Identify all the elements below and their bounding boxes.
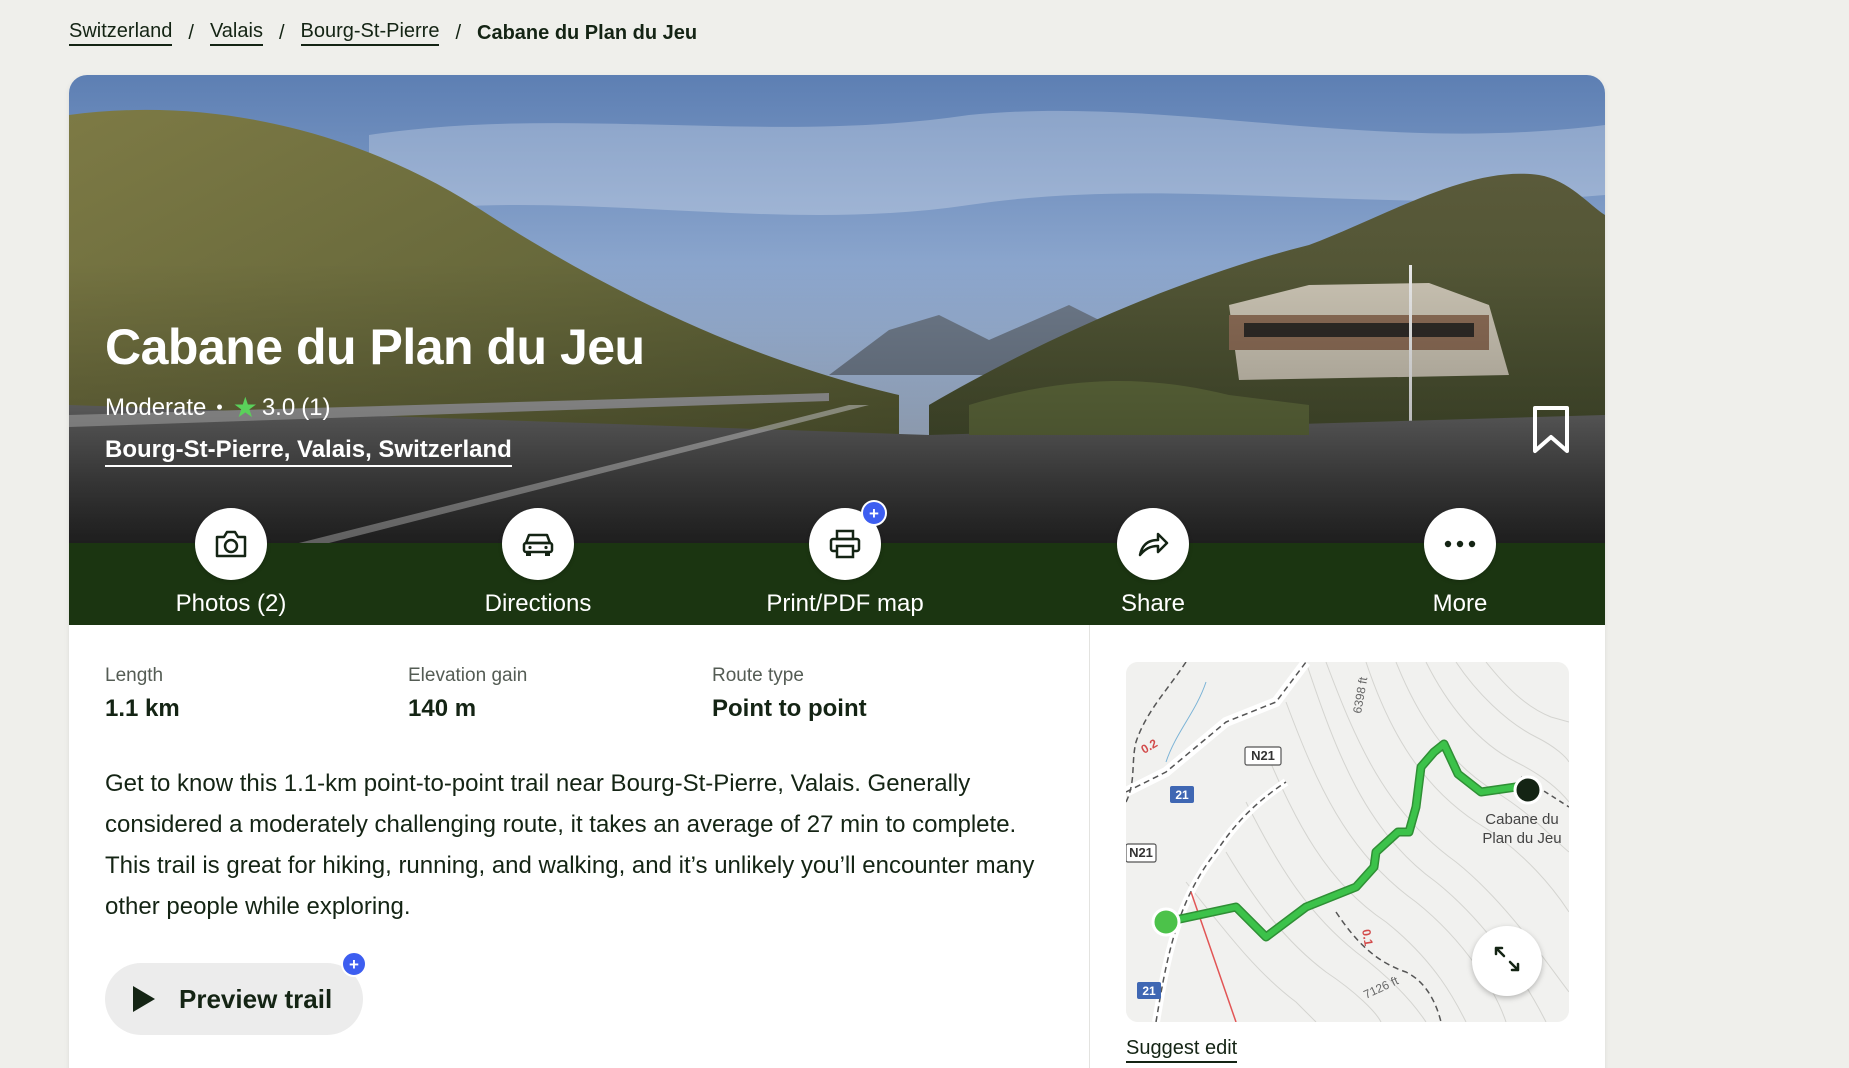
stat-length: Length 1.1 km xyxy=(105,665,180,723)
map-label-destination: Plan du Jeu xyxy=(1482,830,1561,847)
map-label-21: 21 xyxy=(1175,788,1189,802)
more-button[interactable]: More xyxy=(1350,508,1570,618)
breadcrumb-bourg-st-pierre[interactable]: Bourg-St-Pierre xyxy=(300,20,440,46)
printer-icon: + xyxy=(809,500,887,580)
trail-description: Get to know this 1.1-km point-to-point t… xyxy=(105,770,1035,920)
trail-end-marker xyxy=(1513,775,1543,805)
camera-icon xyxy=(195,508,267,580)
photos-button[interactable]: Photos (2) xyxy=(121,508,341,618)
breadcrumb-separator: / xyxy=(455,21,462,44)
stat-label: Length xyxy=(105,665,164,686)
directions-label: Directions xyxy=(484,590,592,617)
share-button[interactable]: Share xyxy=(1043,508,1263,618)
stat-label: Route type xyxy=(712,665,804,686)
expand-icon xyxy=(1492,944,1522,979)
breadcrumb-switzerland[interactable]: Switzerland xyxy=(69,20,173,46)
share-icon xyxy=(1117,508,1189,580)
trail-meta: Moderate • ★ 3.0 (1) xyxy=(105,391,331,424)
breadcrumb: Switzerland / Valais / Bourg-St-Pierre /… xyxy=(69,20,697,46)
rating-count[interactable]: (1) xyxy=(301,394,330,422)
meta-dot-separator: • xyxy=(216,397,223,417)
trail-location-link[interactable]: Bourg-St-Pierre, Valais, Switzerland xyxy=(105,436,512,467)
suggest-edit-link[interactable]: Suggest edit xyxy=(1126,1037,1238,1063)
column-divider xyxy=(1089,625,1090,1068)
map-label-n21: N21 xyxy=(1129,845,1153,860)
print-map-label: Print/PDF map xyxy=(766,590,924,617)
more-label: More xyxy=(1432,590,1488,617)
stat-value: 140 m xyxy=(408,695,477,722)
breadcrumb-valais[interactable]: Valais xyxy=(209,20,263,46)
hero-gradient-overlay xyxy=(69,75,1605,543)
photos-label: Photos (2) xyxy=(175,590,287,617)
print-map-button[interactable]: + Print/PDF map xyxy=(735,500,955,618)
plus-badge: + xyxy=(341,951,367,977)
rating-value: 3.0 xyxy=(261,393,296,421)
breadcrumb-current: Cabane du Plan du Jeu xyxy=(477,21,698,44)
road-badge-n21-top: N21 xyxy=(1244,746,1282,766)
map-label-destination: Cabane du xyxy=(1485,811,1558,828)
stat-elevation-gain: Elevation gain 140 m xyxy=(408,665,527,723)
difficulty-label: Moderate xyxy=(105,393,207,421)
directions-button[interactable]: Directions xyxy=(428,508,648,618)
road-badge-21-a: 21 xyxy=(1170,786,1194,803)
breadcrumb-separator: / xyxy=(278,21,285,44)
preview-trail-label: Preview trail xyxy=(179,983,333,1014)
expand-map-button[interactable] xyxy=(1472,926,1542,996)
breadcrumb-separator: / xyxy=(188,21,194,44)
stat-label: Elevation gain xyxy=(408,665,528,686)
trail-start-marker xyxy=(1151,907,1181,937)
map-label-n21: N21 xyxy=(1251,748,1275,763)
stat-value: 1.1 km xyxy=(105,695,180,722)
preview-trail-button[interactable]: Preview trail + xyxy=(105,951,367,1035)
play-icon xyxy=(133,986,155,1012)
plus-badge: + xyxy=(861,500,887,526)
car-icon xyxy=(502,508,574,580)
more-icon xyxy=(1424,508,1496,580)
hero-photo[interactable]: Cabane du Plan du Jeu Moderate • ★ 3.0 (… xyxy=(69,75,1605,543)
map-label-distance: 0.1 xyxy=(1359,928,1376,947)
bookmark-icon[interactable] xyxy=(1531,405,1571,455)
road-badge-n21-left: N21 xyxy=(1126,843,1157,863)
map-label-21: 21 xyxy=(1142,984,1156,998)
stat-value: Point to point xyxy=(712,695,867,722)
trail-card: Cabane du Plan du Jeu Moderate • ★ 3.0 (… xyxy=(69,75,1605,1068)
road-badge-21-b: 21 xyxy=(1137,982,1161,999)
share-label: Share xyxy=(1120,590,1186,617)
trail-title: Cabane du Plan du Jeu xyxy=(105,319,645,375)
stat-route-type: Route type Point to point xyxy=(712,665,867,723)
star-icon: ★ xyxy=(232,392,258,423)
